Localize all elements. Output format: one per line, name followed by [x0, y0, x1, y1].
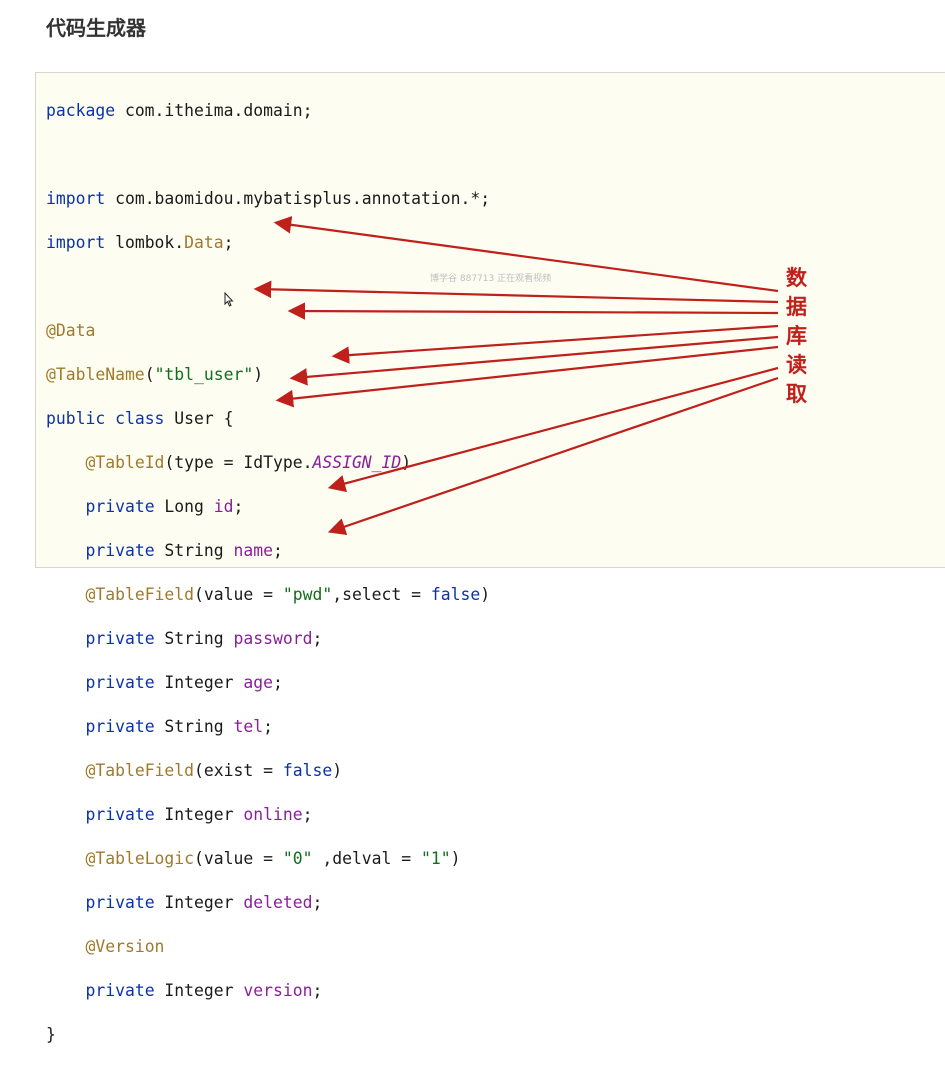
field-age: age: [243, 673, 273, 692]
annotation-arrows: [253, 216, 779, 536]
keyword-private: private: [85, 629, 155, 648]
semicolon: ;: [272, 673, 283, 692]
code-line-field-deleted: private Integer deleted;: [46, 892, 490, 914]
semicolon: ;: [263, 717, 273, 736]
keyword-false: false: [430, 585, 481, 604]
code-line-close: }: [46, 1024, 490, 1046]
code-line-field-online: private Integer online;: [46, 804, 490, 826]
keyword-private: private: [85, 673, 155, 692]
semicolon: ;: [302, 805, 313, 824]
annotation-tablefield: @TableField: [85, 761, 195, 780]
arrow-tablename: [273, 216, 779, 293]
arrow-field-version: [327, 376, 779, 536]
field-online: online: [243, 805, 303, 824]
close-brace: }: [46, 1025, 56, 1044]
code-line-field-password: private String password;: [46, 628, 490, 650]
field-deleted: deleted: [243, 893, 313, 912]
type: Integer: [154, 673, 244, 692]
code-line-field-tel: private String tel;: [46, 716, 490, 738]
annotation-version: @Version: [85, 937, 165, 956]
arrow-field-deleted: [327, 366, 779, 493]
semicolon: ;: [312, 981, 323, 1000]
paren: ): [450, 849, 461, 868]
field-version: version: [243, 981, 313, 1000]
paren: ): [480, 585, 491, 604]
type: Integer: [154, 981, 244, 1000]
annotation-args: (value =: [194, 849, 283, 868]
paren: ): [332, 761, 343, 780]
code-line-ann-tablefield-2: @TableField(exist = false): [46, 760, 490, 782]
string-literal: "1": [421, 849, 451, 868]
type: String: [154, 629, 234, 648]
field-tel: tel: [233, 717, 264, 736]
code-line-ann-version: @Version: [46, 936, 490, 958]
keyword-private: private: [85, 893, 155, 912]
type: Integer: [154, 805, 244, 824]
semicolon: ;: [312, 629, 323, 648]
annotation-args: (exist =: [194, 761, 283, 780]
keyword-private: private: [85, 805, 155, 824]
annotation-tablelogic: @TableLogic: [85, 849, 195, 868]
code-line-field-age: private Integer age;: [46, 672, 490, 694]
string-literal: "0": [282, 849, 313, 868]
keyword-private: private: [85, 981, 155, 1000]
annotation-args: (value =: [194, 585, 283, 604]
type: Integer: [154, 893, 244, 912]
arrow-field-id: [253, 280, 779, 304]
keyword-private: private: [85, 717, 155, 736]
annotation-args: ,select =: [332, 585, 431, 604]
keyword-false: false: [282, 761, 333, 780]
arrow-field-name: [287, 302, 779, 320]
semicolon: ;: [312, 893, 323, 912]
type: String: [154, 717, 234, 736]
code-line-field-version: private Integer version;: [46, 980, 490, 1002]
string-literal: "pwd": [282, 585, 333, 604]
annotation-tablefield: @TableField: [85, 585, 195, 604]
code-line-ann-tablelogic: @TableLogic(value = "0" ,delval = "1"): [46, 848, 490, 870]
annotation-args: ,delval =: [312, 849, 422, 868]
field-password: password: [233, 629, 313, 648]
arrow-field-password: [331, 324, 779, 364]
code-line-ann-tablefield-1: @TableField(value = "pwd",select = false…: [46, 584, 490, 606]
